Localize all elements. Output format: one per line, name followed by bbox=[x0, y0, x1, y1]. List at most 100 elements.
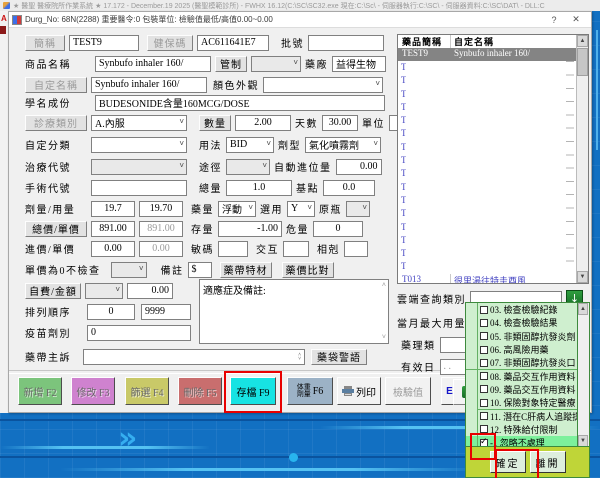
days-input[interactable]: 30.00 bbox=[322, 115, 358, 131]
original-bottle-select[interactable] bbox=[346, 201, 370, 217]
spinner-icon[interactable]: ˄˅ bbox=[298, 353, 301, 361]
scroll-up-icon[interactable]: ▲ bbox=[577, 35, 588, 47]
wallpaper-glow bbox=[0, 446, 210, 449]
price-compare-button[interactable]: 藥價比對 bbox=[282, 262, 334, 278]
popup-item[interactable]: 10. 保險對象特定醫療 bbox=[466, 396, 577, 410]
controlled-select[interactable] bbox=[251, 56, 301, 72]
filter-button[interactable]: 篩選 F4 bbox=[125, 377, 169, 405]
checkbox-icon[interactable] bbox=[480, 319, 488, 327]
product-name-label: 商品名稱 bbox=[25, 56, 91, 71]
modify-button[interactable]: 修改 F3 bbox=[71, 377, 115, 405]
surgery-code-input[interactable] bbox=[91, 180, 187, 196]
add-button[interactable]: 新增 F2 bbox=[18, 377, 62, 405]
allergy-code-input[interactable] bbox=[218, 241, 248, 257]
weight-dose-button[interactable]: 体重 劑量 F6 bbox=[287, 377, 333, 405]
checkbox-icon[interactable] bbox=[480, 346, 488, 354]
textarea-scroll-up-icon[interactable]: ˄ bbox=[382, 282, 386, 289]
popup-item[interactable]: 09. 藥品交互作用資料 bbox=[466, 383, 577, 397]
abbrev-input[interactable]: TEST9 bbox=[69, 35, 139, 51]
appearance-select[interactable] bbox=[263, 77, 383, 93]
popup-scroll-up-icon[interactable]: ▲ bbox=[578, 303, 588, 315]
total-amount-input[interactable]: 1.0 bbox=[226, 180, 292, 196]
checkbox-icon[interactable] bbox=[480, 332, 488, 340]
total-price-input-2: 891.00 bbox=[139, 221, 183, 237]
indications-textarea[interactable]: 適應症及備註: ˄ ˅ bbox=[199, 279, 389, 344]
vaccine-type-input[interactable]: 0 bbox=[87, 325, 191, 341]
save-button-highlight-box bbox=[224, 371, 282, 413]
popup-item[interactable]: 03. 檢查檢驗紀錄 bbox=[466, 303, 577, 317]
bag-warning-button[interactable]: 藥袋警語 bbox=[311, 349, 367, 365]
popup-item[interactable]: 08. 藥品交互作用資料 bbox=[466, 370, 577, 384]
checkbox-icon[interactable] bbox=[480, 399, 488, 407]
treatment-code-select[interactable] bbox=[91, 159, 187, 175]
drug-list-header: 藥品簡稱 自定名稱 bbox=[398, 35, 576, 49]
dose-label: 劑量/用量 bbox=[25, 201, 87, 216]
popup-scrollbar[interactable]: ▲ ▼ bbox=[577, 303, 589, 447]
manufacturer-input[interactable]: 益得生物 bbox=[332, 56, 386, 72]
self-pay-select[interactable] bbox=[85, 283, 123, 299]
checkbox-icon[interactable] bbox=[480, 372, 488, 380]
pharm-class-label: 藥理類 bbox=[401, 337, 436, 352]
stock-input[interactable]: -1.00 bbox=[218, 221, 282, 237]
apply-select[interactable]: Y bbox=[287, 201, 315, 217]
checkbox-icon[interactable] bbox=[480, 385, 488, 393]
sort-order-input-2[interactable]: 9999 bbox=[141, 304, 191, 320]
main-window-title: ★ 醫聖 醫療院所作業系統 ★ 17.172 - December.19 202… bbox=[13, 1, 545, 11]
route-label: 途徑 bbox=[199, 159, 222, 174]
quantity-input[interactable]: 2.00 bbox=[235, 115, 291, 131]
drug-list-scrollbar[interactable]: ▲ ▼ bbox=[576, 35, 588, 283]
danger-qty-input[interactable]: 0 bbox=[313, 221, 363, 237]
popup-item[interactable]: 04. 檢查檢驗結果 bbox=[466, 316, 577, 330]
auto-carry-input[interactable]: 0.00 bbox=[336, 159, 382, 175]
drug-list-last-row[interactable]: T013 很里湯往特圭酉風 bbox=[398, 274, 576, 284]
dose-input-1[interactable]: 19.7 bbox=[91, 201, 135, 217]
sort-order-input-1[interactable]: 0 bbox=[87, 304, 135, 320]
bag-complaint-input[interactable]: ˄˅ bbox=[83, 349, 305, 365]
base-point-input[interactable]: 0.0 bbox=[323, 180, 375, 196]
product-name-input[interactable]: Synbufo inhaler 160/ bbox=[95, 56, 211, 72]
drug-amount-select[interactable]: 浮動 bbox=[218, 201, 256, 217]
popup-item[interactable]: 11. 潛在C肝病人追蹤提 bbox=[466, 409, 577, 423]
close-icon[interactable]: ✕ bbox=[565, 14, 587, 25]
manufacturer-label: 藥廠 bbox=[305, 56, 328, 71]
textarea-scroll-down-icon[interactable]: ˅ bbox=[382, 334, 386, 341]
purchase-price-input-1[interactable]: 0.00 bbox=[91, 241, 135, 257]
scroll-thumb[interactable] bbox=[577, 48, 588, 76]
scroll-down-icon[interactable]: ▼ bbox=[577, 271, 588, 283]
total-price-input-1[interactable]: 891.00 bbox=[91, 221, 135, 237]
custom-class-select[interactable] bbox=[91, 137, 187, 153]
popup-item[interactable]: 05. 非類固醇抗發炎劑 bbox=[466, 330, 577, 344]
drug-list-selected-row[interactable]: TEST9 Synbufo inhaler 160/ bbox=[398, 48, 576, 61]
zero-price-check-select[interactable] bbox=[111, 262, 147, 278]
interaction-input[interactable] bbox=[283, 241, 309, 257]
days-label: 天數 bbox=[295, 115, 318, 130]
nhi-code-input[interactable]: AC611641E7 bbox=[197, 35, 269, 51]
custom-name-label: 自定名稱 bbox=[25, 77, 87, 93]
bag-material-button[interactable]: 藥帶特材 bbox=[220, 262, 272, 278]
dose-form-select[interactable]: 氣化噴霧劑 bbox=[305, 137, 381, 153]
popup-item[interactable]: 07. 非類固醇抗發炎口 bbox=[466, 356, 577, 370]
self-pay-input[interactable]: 0.00 bbox=[127, 283, 173, 299]
lab-value-button[interactable]: 檢驗值 bbox=[385, 377, 431, 405]
incompatible-input[interactable] bbox=[344, 241, 368, 257]
visit-type-select[interactable]: A.內服 bbox=[91, 115, 187, 131]
checkbox-icon[interactable] bbox=[480, 359, 488, 367]
print-button[interactable]: 列印 bbox=[337, 377, 381, 405]
route-select[interactable] bbox=[226, 159, 270, 175]
dialog-titlebar[interactable]: Durg_No: 68N(2288) 重要醫令:0 包裝單位: 檢驗值最低/高值… bbox=[9, 12, 591, 28]
remark-input[interactable]: $ bbox=[188, 262, 212, 278]
help-button[interactable]: ? bbox=[543, 15, 565, 25]
dose-input-2[interactable]: 19.70 bbox=[139, 201, 183, 217]
delete-button[interactable]: 刪除 F5 bbox=[178, 377, 222, 405]
appearance-label: 顏色外觀 bbox=[213, 77, 259, 92]
batch-no-input[interactable] bbox=[308, 35, 384, 51]
checkbox-icon[interactable] bbox=[480, 306, 488, 314]
popup-item[interactable]: 06. 高風險用藥 bbox=[466, 343, 577, 357]
popup-rows: 03. 檢查檢驗紀錄 04. 檢查檢驗結果 05. 非類固醇抗發炎劑 06. 高… bbox=[466, 303, 577, 447]
controlled-label[interactable]: 管制 bbox=[215, 56, 247, 72]
checkbox-icon[interactable] bbox=[480, 412, 488, 420]
custom-name-input[interactable]: Synbufo inhaler 160/ bbox=[91, 77, 207, 93]
auto-carry-label: 自動進位量 bbox=[274, 159, 332, 174]
generic-input[interactable]: BUDESONIDE含量160MCG/DOSE bbox=[95, 95, 385, 111]
usage-select[interactable]: BID bbox=[226, 137, 274, 153]
